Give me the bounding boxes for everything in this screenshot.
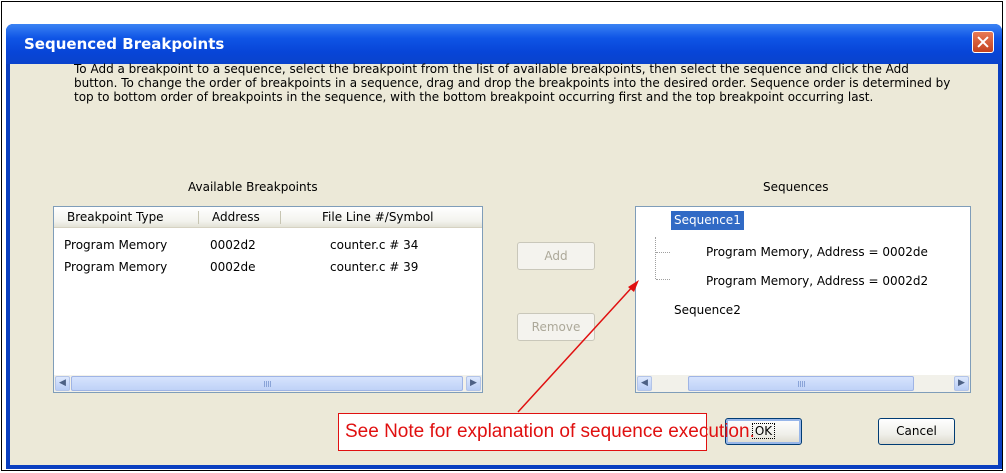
annotation-arrow xyxy=(517,280,639,413)
